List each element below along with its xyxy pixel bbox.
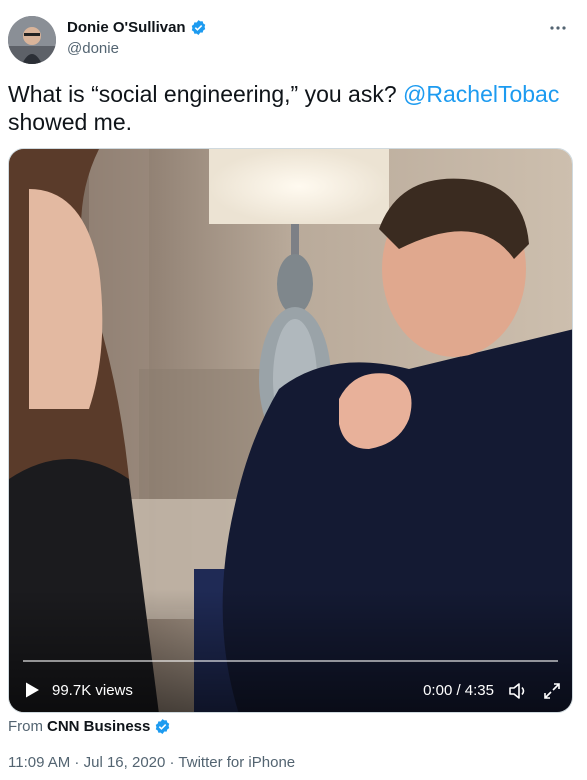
view-count: 99.7K views <box>52 682 133 699</box>
expand-icon[interactable] <box>542 681 562 701</box>
tweet-time[interactable]: 11:09 AM <box>8 754 70 771</box>
video-player[interactable]: 99.7K views 0:00 / 4:35 <box>8 148 573 713</box>
meta-separator: · <box>165 754 179 771</box>
video-frame <box>9 149 572 712</box>
tweet-meta: 11:09 AM · Jul 16, 2020 · Twitter for iP… <box>8 754 295 771</box>
tweet-text-before: What is “social engineering,” you ask? <box>8 81 404 107</box>
verified-icon <box>154 718 171 735</box>
tweet-text: What is “social engineering,” you ask? @… <box>8 80 578 136</box>
source-prefix: From <box>8 718 43 735</box>
mention-link[interactable]: @RachelTobac <box>403 81 559 107</box>
avatar[interactable] <box>8 16 56 64</box>
verified-icon <box>190 19 207 36</box>
video-controls: 99.7K views 0:00 / 4:35 <box>9 669 572 712</box>
handle[interactable]: @donie <box>67 40 119 57</box>
display-name[interactable]: Donie O'Sullivan <box>67 19 186 36</box>
source-name[interactable]: CNN Business <box>47 718 150 735</box>
play-icon[interactable] <box>23 681 41 699</box>
video-time: 0:00 / 4:35 <box>423 682 494 699</box>
tweet-client: Twitter for iPhone <box>178 754 296 771</box>
meta-separator: · <box>70 754 84 771</box>
tweet-date[interactable]: Jul 16, 2020 <box>84 754 166 771</box>
volume-icon[interactable] <box>507 680 529 702</box>
video-progress-bar[interactable] <box>23 660 558 662</box>
tweet-text-after: showed me. <box>8 109 133 135</box>
tweet-header: Donie O'Sullivan @donie <box>0 0 587 72</box>
name-row: Donie O'Sullivan <box>67 19 207 36</box>
media-source: From CNN Business <box>8 718 171 735</box>
more-icon[interactable] <box>547 20 569 36</box>
